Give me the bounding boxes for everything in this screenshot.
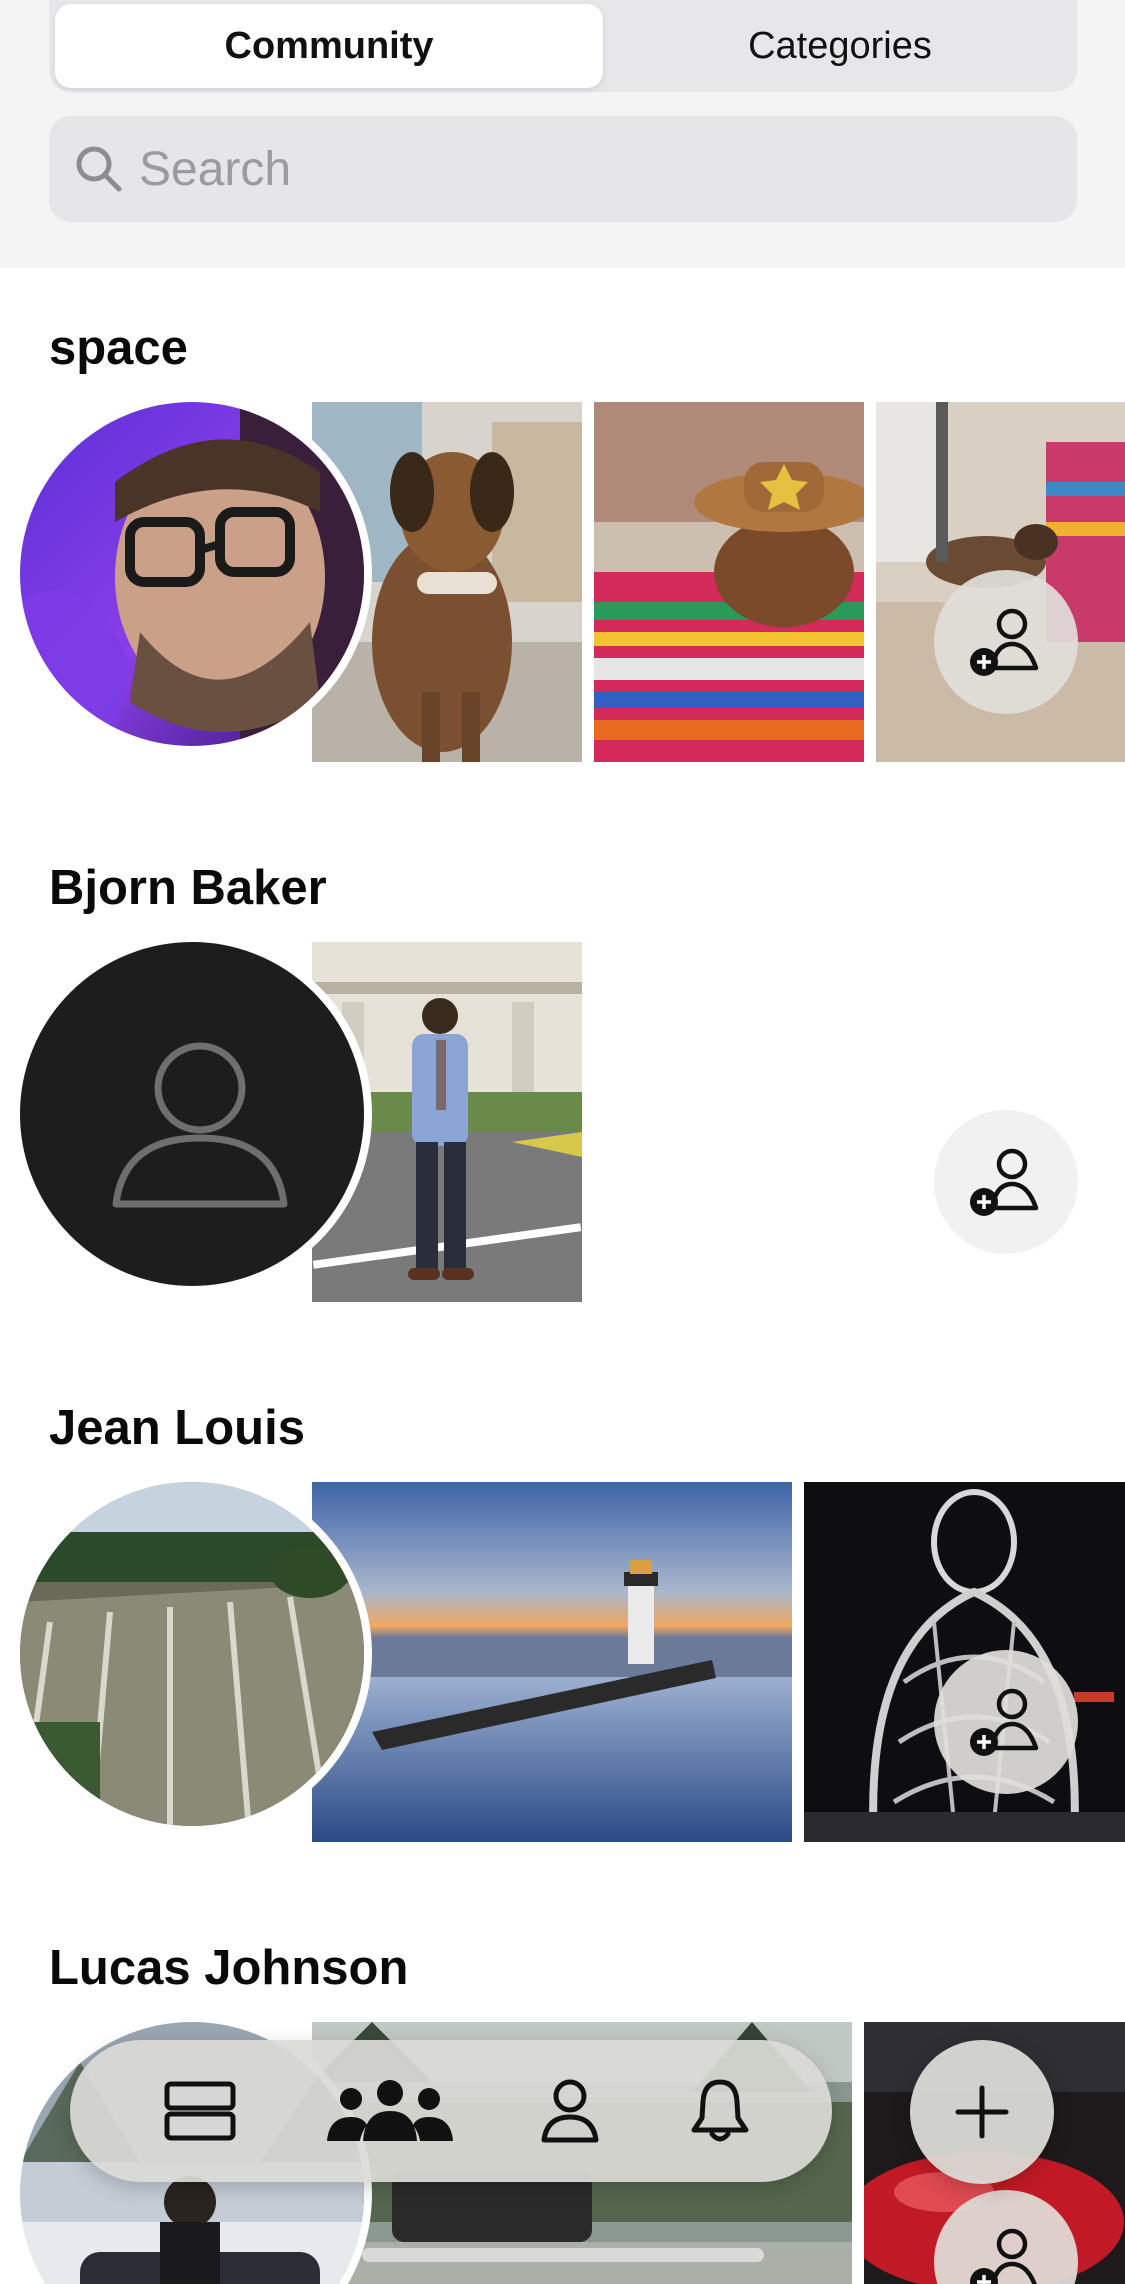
segment-community[interactable]: Community xyxy=(55,4,603,88)
tab-bar xyxy=(70,2040,832,2182)
tab-community[interactable] xyxy=(310,2040,470,2182)
add-user-icon xyxy=(970,1148,1039,1216)
tab-profile[interactable] xyxy=(510,2040,630,2182)
user-section-space: space xyxy=(0,268,1125,808)
avatar[interactable] xyxy=(12,1474,372,1834)
post-photo[interactable] xyxy=(312,1482,792,1842)
user-section-jean-louis: Jean Louis xyxy=(0,1348,1125,1888)
follow-user-button[interactable] xyxy=(934,1650,1078,1794)
section-username[interactable]: Lucas Johnson xyxy=(49,1940,408,1996)
plus-icon xyxy=(955,2085,1009,2139)
section-username[interactable]: space xyxy=(49,320,188,376)
feed-icon xyxy=(164,2081,236,2141)
tab-feed[interactable] xyxy=(140,2040,260,2182)
avatar[interactable] xyxy=(12,394,372,754)
avatar[interactable] xyxy=(12,934,372,1294)
home-indicator[interactable] xyxy=(362,2248,764,2262)
follow-user-button[interactable] xyxy=(934,570,1078,714)
profile-icon xyxy=(541,2079,599,2143)
search-icon xyxy=(76,146,122,192)
default-user-icon xyxy=(112,1042,288,1208)
segment-categories[interactable]: Categories xyxy=(609,4,1071,88)
section-username[interactable]: Jean Louis xyxy=(49,1400,305,1456)
bell-icon xyxy=(691,2079,749,2142)
section-username[interactable]: Bjorn Baker xyxy=(49,860,327,916)
tab-notifications[interactable] xyxy=(660,2040,780,2182)
create-post-button[interactable] xyxy=(910,2040,1054,2184)
post-photo[interactable] xyxy=(594,402,864,762)
add-user-icon xyxy=(970,1688,1039,1756)
user-section-bjorn-baker: Bjorn Baker xyxy=(0,808,1125,1348)
header: Community Categories xyxy=(0,0,1125,268)
community-icon xyxy=(327,2080,453,2141)
search-bar[interactable] xyxy=(49,116,1077,222)
add-user-icon xyxy=(970,608,1039,676)
search-input[interactable] xyxy=(139,141,1039,197)
segmented-control: Community Categories xyxy=(49,0,1077,92)
follow-user-button[interactable] xyxy=(934,1110,1078,1254)
add-user-icon xyxy=(970,2228,1037,2284)
